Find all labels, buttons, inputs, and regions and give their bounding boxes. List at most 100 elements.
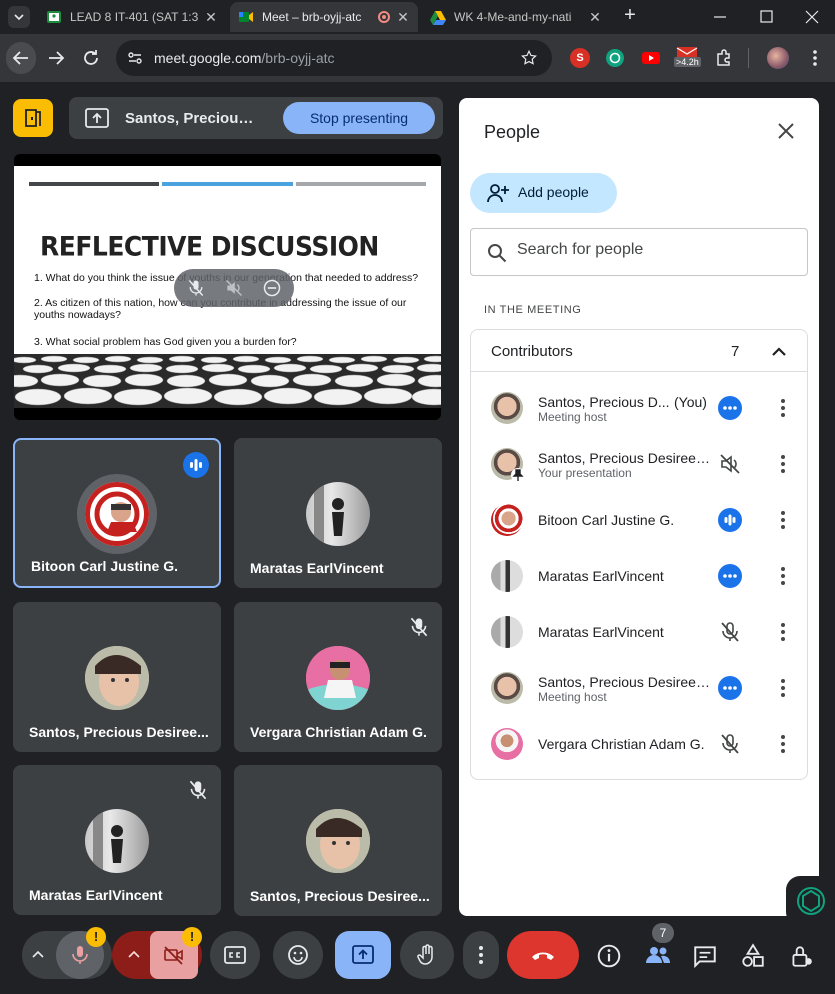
activities-icon[interactable] — [740, 943, 766, 969]
slide-divider — [162, 182, 293, 186]
participant-row[interactable]: Santos, Precious D... (You) Meeting host — [471, 380, 807, 436]
people-panel: People Add people IN THE MEETING Contrib… — [459, 98, 819, 916]
present-button[interactable] — [335, 931, 391, 979]
breakout-room-button[interactable] — [13, 99, 53, 137]
extensions-puzzle-icon[interactable] — [714, 48, 734, 68]
participant-tile[interactable]: Santos, Precious Desiree... — [234, 765, 442, 916]
participant-row[interactable]: Vergara Christian Adam G. — [471, 716, 807, 772]
new-tab-button[interactable]: + — [620, 4, 640, 28]
chevron-up-icon[interactable] — [30, 947, 46, 963]
reload-icon[interactable] — [79, 46, 103, 70]
search-input[interactable] — [517, 241, 787, 259]
close-icon[interactable] — [775, 120, 797, 142]
tab-drive[interactable]: WK 4-Me-and-my-nati ✕ — [422, 2, 610, 32]
youtube-extension-icon[interactable] — [641, 48, 661, 68]
minimize-icon[interactable] — [709, 6, 731, 28]
browser-tab-strip: LEAD 8 IT-401 (SAT 1:30 ✕ Meet – brb-oyj… — [0, 0, 835, 34]
close-tab-icon[interactable]: ✕ — [396, 10, 410, 24]
participant-avatar — [85, 646, 149, 710]
mic-off-icon — [410, 617, 428, 637]
more-vert-icon[interactable] — [771, 564, 795, 588]
tab-title: Meet – brb-oyjj-atc — [262, 10, 362, 24]
participant-avatar — [85, 809, 149, 873]
participant-tile[interactable]: Santos, Precious Desiree... — [13, 602, 221, 752]
more-options-icon[interactable] — [718, 676, 742, 700]
chat-icon[interactable] — [692, 943, 718, 969]
add-people-button[interactable]: Add people — [470, 173, 617, 213]
chevron-up-icon[interactable] — [126, 947, 142, 963]
participant-tile[interactable]: Maratas EarlVincent — [234, 438, 442, 588]
remove-icon[interactable] — [262, 278, 282, 298]
bookmark-star-icon[interactable] — [520, 49, 538, 67]
extension-s-icon[interactable]: S — [570, 48, 590, 68]
raise-hand-button[interactable] — [400, 931, 454, 979]
info-icon[interactable] — [596, 943, 622, 969]
videocam-off-icon — [164, 946, 183, 965]
chatgpt-icon — [797, 887, 825, 915]
participant-role: Meeting host — [538, 690, 607, 704]
participant-name: Bitoon Carl Justine G. — [31, 558, 179, 574]
url-path: /brb-oyjj-atc — [261, 50, 335, 66]
muted-indicator — [185, 777, 211, 803]
tab-meet[interactable]: Meet – brb-oyjj-atc ✕ — [230, 2, 418, 32]
pin-icon — [511, 468, 525, 482]
close-window-icon[interactable] — [801, 6, 823, 28]
close-tab-icon[interactable]: ✕ — [588, 10, 602, 24]
close-tab-icon[interactable]: ✕ — [204, 10, 218, 24]
participant-row[interactable]: Maratas EarlVincent — [471, 548, 807, 604]
back-icon[interactable] — [9, 46, 33, 70]
extension-badge: >4.2h — [674, 57, 701, 67]
participant-avatar — [306, 482, 370, 546]
mic-off-icon — [721, 734, 739, 754]
participant-avatar — [491, 448, 525, 482]
add-people-label: Add people — [518, 184, 589, 200]
person-add-icon — [487, 184, 509, 203]
chatgpt-extension-icon[interactable] — [605, 48, 625, 68]
emoji-button[interactable] — [273, 931, 323, 979]
closed-caption-icon — [224, 946, 246, 964]
forward-icon[interactable] — [44, 46, 68, 70]
stop-presenting-button[interactable]: Stop presenting — [283, 102, 435, 134]
participant-role: Your presentation — [538, 466, 632, 480]
leave-call-button[interactable] — [507, 931, 579, 979]
contributors-header[interactable]: Contributors 7 — [471, 330, 807, 372]
presenting-banner: Santos, Precious ... Stop presenting — [69, 97, 443, 139]
tab-lead8[interactable]: LEAD 8 IT-401 (SAT 1:30 ✕ — [38, 2, 226, 32]
captions-button[interactable] — [210, 931, 260, 979]
extension-timer[interactable]: >4.2h — [674, 46, 701, 70]
site-info-icon[interactable] — [126, 49, 144, 67]
assistant-button[interactable] — [786, 876, 835, 926]
participant-tile[interactable]: Maratas EarlVincent — [13, 765, 221, 915]
tab-search-button[interactable] — [8, 6, 30, 28]
volume-off-icon — [720, 454, 740, 474]
address-bar[interactable]: meet.google.com/brb-oyjj-atc — [116, 40, 552, 76]
more-options-button[interactable] — [463, 931, 499, 979]
more-vert-icon[interactable] — [771, 676, 795, 700]
more-vert-icon[interactable] — [771, 396, 795, 420]
present-screen-icon — [352, 945, 374, 964]
mic-off-icon[interactable] — [186, 278, 206, 298]
participant-row[interactable]: Santos, Precious Desiree ... Meeting hos… — [471, 660, 807, 716]
more-options-icon[interactable] — [718, 396, 742, 420]
more-vert-icon[interactable] — [771, 620, 795, 644]
volume-off-icon[interactable] — [224, 278, 244, 298]
participant-row[interactable]: Bitoon Carl Justine G. — [471, 492, 807, 548]
participant-tile[interactable]: Bitoon Carl Justine G. — [13, 438, 221, 588]
profile-avatar[interactable] — [767, 47, 789, 69]
tab-title: WK 4-Me-and-my-nati — [454, 10, 572, 24]
host-controls-icon[interactable] — [788, 943, 814, 969]
slide-title: REFLECTIVE DISCUSSION — [40, 231, 379, 262]
more-vert-icon[interactable] — [771, 732, 795, 756]
chevron-up-icon[interactable] — [769, 342, 789, 362]
more-vert-icon[interactable] — [771, 452, 795, 476]
participant-row[interactable]: Santos, Precious Desiree ... Your presen… — [471, 436, 807, 492]
more-vert-icon[interactable] — [771, 508, 795, 532]
more-vert-icon[interactable] — [805, 48, 825, 68]
participant-row[interactable]: Maratas EarlVincent — [471, 604, 807, 660]
participant-avatar — [491, 392, 523, 424]
more-options-icon[interactable] — [718, 564, 742, 588]
maximize-icon[interactable] — [755, 6, 777, 28]
search-people-field[interactable] — [470, 228, 808, 276]
participant-tile[interactable]: Vergara Christian Adam G. — [234, 602, 442, 752]
people-button[interactable]: 7 — [640, 923, 676, 979]
